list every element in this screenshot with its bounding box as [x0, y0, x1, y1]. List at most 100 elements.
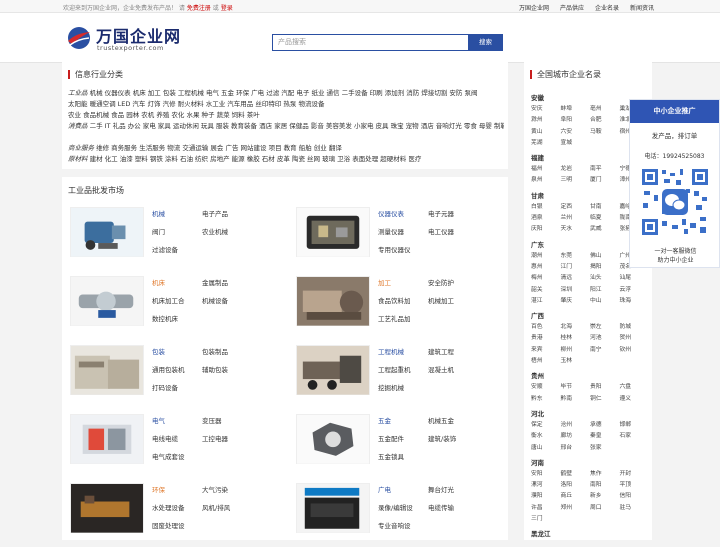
market-item[interactable]: 工控电器 — [202, 430, 228, 448]
city-link[interactable]: 临夏 — [590, 213, 620, 224]
city-link[interactable]: 唐山 — [531, 443, 561, 454]
product-image[interactable] — [296, 483, 370, 533]
city-link[interactable]: 遵义 — [620, 394, 650, 405]
market-item[interactable]: 录像/编辑设 — [378, 499, 413, 517]
market-head[interactable]: 机械 — [152, 205, 178, 223]
market-item[interactable]: 阀门 — [152, 223, 178, 241]
market-item[interactable]: 挖掘机械 — [378, 379, 411, 397]
city-link[interactable]: 天水 — [561, 224, 591, 235]
product-image[interactable] — [70, 483, 144, 533]
city-link[interactable]: 防城 — [620, 322, 650, 333]
city-link[interactable]: 玉林 — [561, 356, 591, 367]
city-link[interactable]: 桂林 — [561, 333, 591, 344]
category-items[interactable]: 农业 食品机械 食品 园林 农机 养殖 农化 水果 种子 蔬菜 饲料 茶叶 — [68, 111, 260, 119]
city-link[interactable]: 邢台 — [561, 443, 591, 454]
province-name[interactable]: 贵州 — [531, 370, 649, 380]
city-link[interactable]: 六安 — [561, 127, 591, 138]
market-item[interactable]: 混凝土机 — [428, 361, 454, 379]
city-link[interactable]: 柳州 — [561, 345, 591, 356]
city-link[interactable]: 平顶 — [620, 480, 650, 491]
city-link[interactable]: 铜仁 — [590, 394, 620, 405]
city-link[interactable]: 三明 — [561, 175, 591, 186]
city-link[interactable]: 福州 — [531, 164, 561, 175]
city-link[interactable]: 保定 — [531, 420, 561, 431]
market-item[interactable]: 食品饮料加 — [378, 292, 411, 310]
city-link[interactable]: 泉州 — [531, 175, 561, 186]
market-item[interactable]: 建筑/装饰 — [428, 430, 456, 448]
nav-news[interactable]: 新闻资讯 — [630, 3, 654, 12]
category-line[interactable] — [68, 132, 504, 143]
city-link[interactable]: 合肥 — [590, 115, 620, 126]
city-link[interactable]: 秦皇 — [590, 431, 620, 442]
city-link[interactable]: 漯河 — [531, 480, 561, 491]
market-item[interactable]: 机械加工 — [428, 292, 454, 310]
city-link[interactable]: 宣城 — [561, 138, 591, 149]
market-head[interactable]: 仪器仪表 — [378, 205, 411, 223]
province-name[interactable]: 黑龙江 — [531, 528, 649, 538]
city-link[interactable]: 龙岩 — [561, 164, 591, 175]
city-link[interactable]: 贵港 — [531, 333, 561, 344]
city-link[interactable]: 安庆 — [531, 104, 561, 115]
city-link[interactable]: 崇左 — [590, 322, 620, 333]
city-link[interactable]: 白银 — [531, 202, 561, 213]
market-item[interactable]: 机床加工合 — [152, 292, 185, 310]
city-link[interactable]: 阜阳 — [561, 115, 591, 126]
market-item[interactable]: 舞台灯光 — [428, 481, 454, 499]
city-link[interactable]: 东莞 — [561, 251, 591, 262]
city-link[interactable]: 钦州 — [620, 345, 650, 356]
city-link[interactable]: 滁州 — [531, 115, 561, 126]
city-link[interactable]: 洛阳 — [561, 480, 591, 491]
product-image[interactable] — [296, 414, 370, 464]
market-item[interactable]: 固废处理设 — [152, 517, 185, 535]
market-item[interactable]: 辅助包装 — [202, 361, 228, 379]
city-link[interactable]: 百色 — [531, 322, 561, 333]
product-image[interactable] — [70, 345, 144, 395]
market-item[interactable]: 包装制品 — [202, 343, 228, 361]
category-line[interactable]: 太阳能 暖通空调 LED 汽车 灯饰 汽修 耐火材料 水工业 汽车用品 丝印特印… — [68, 99, 504, 110]
market-item[interactable]: 电工仪器 — [428, 223, 454, 241]
market-item[interactable]: 测量仪器 — [378, 223, 411, 241]
city-link[interactable]: 湛江 — [531, 296, 561, 307]
market-item[interactable]: 工艺礼品加 — [378, 310, 411, 328]
province-name[interactable]: 河北 — [531, 408, 649, 418]
city-link[interactable]: 厦门 — [590, 175, 620, 186]
category-items[interactable]: 建材 化工 油漆 塑料 钢铁 涂料 石油 纺织 房地产 能源 橡胶 石材 皮革 … — [90, 155, 422, 163]
market-head[interactable]: 加工 — [378, 274, 411, 292]
market-item[interactable]: 五金配件 — [378, 430, 404, 448]
category-line[interactable]: 商业服务 维修 商务服务 生活服务 物流 交通运输 展会 广告 网站建设 项目 … — [68, 143, 504, 154]
product-image[interactable] — [70, 276, 144, 326]
product-image[interactable] — [70, 207, 144, 257]
province-name[interactable]: 广西 — [531, 310, 649, 320]
market-item[interactable]: 建筑工程 — [428, 343, 454, 361]
city-link[interactable]: 廊坊 — [561, 431, 591, 442]
market-item[interactable]: 风机/排风 — [202, 499, 230, 517]
market-item[interactable]: 机械设备 — [202, 292, 228, 310]
market-item[interactable]: 机械五金 — [428, 412, 456, 430]
province-name[interactable]: 河南 — [531, 457, 649, 467]
market-item[interactable]: 电子元器 — [428, 205, 454, 223]
market-item[interactable]: 五金锁具 — [378, 448, 404, 466]
city-link[interactable]: 黔南 — [561, 394, 591, 405]
city-link[interactable]: 江门 — [561, 262, 591, 273]
market-head[interactable]: 电气 — [152, 412, 185, 430]
city-link[interactable]: 梅州 — [531, 273, 561, 284]
category-items[interactable]: 二手 IT 礼品 办公 家电 家具 运动休闲 玩具 服装 教育装备 酒店 家居 … — [90, 122, 504, 130]
city-link[interactable]: 河池 — [590, 333, 620, 344]
city-link[interactable]: 许昌 — [531, 503, 561, 514]
category-items[interactable]: 机械 仪器仪表 机床 加工 包装 工程机械 电气 五金 环保 广电 过滤 汽配 … — [90, 89, 478, 97]
market-item[interactable]: 金属制品 — [202, 274, 228, 292]
city-link[interactable]: 汕头 — [590, 273, 620, 284]
market-item[interactable]: 数控机床 — [152, 310, 185, 328]
city-link[interactable]: 潮州 — [531, 251, 561, 262]
city-link[interactable]: 北海 — [561, 322, 591, 333]
category-items[interactable]: 维修 商务服务 生活服务 物流 交通运输 展会 广告 网站建设 项目 教育 船舶… — [96, 144, 342, 152]
product-image[interactable] — [70, 414, 144, 464]
city-link[interactable]: 安阳 — [531, 469, 561, 480]
city-link[interactable]: 清远 — [561, 273, 591, 284]
search-button[interactable]: 搜索 — [468, 34, 503, 51]
market-item[interactable]: 电气成套设 — [152, 448, 185, 466]
market-item[interactable]: 通用包装机 — [152, 361, 185, 379]
city-link[interactable]: 马鞍 — [590, 127, 620, 138]
city-link[interactable]: 定西 — [561, 202, 591, 213]
city-link[interactable]: 六盘 — [620, 382, 650, 393]
